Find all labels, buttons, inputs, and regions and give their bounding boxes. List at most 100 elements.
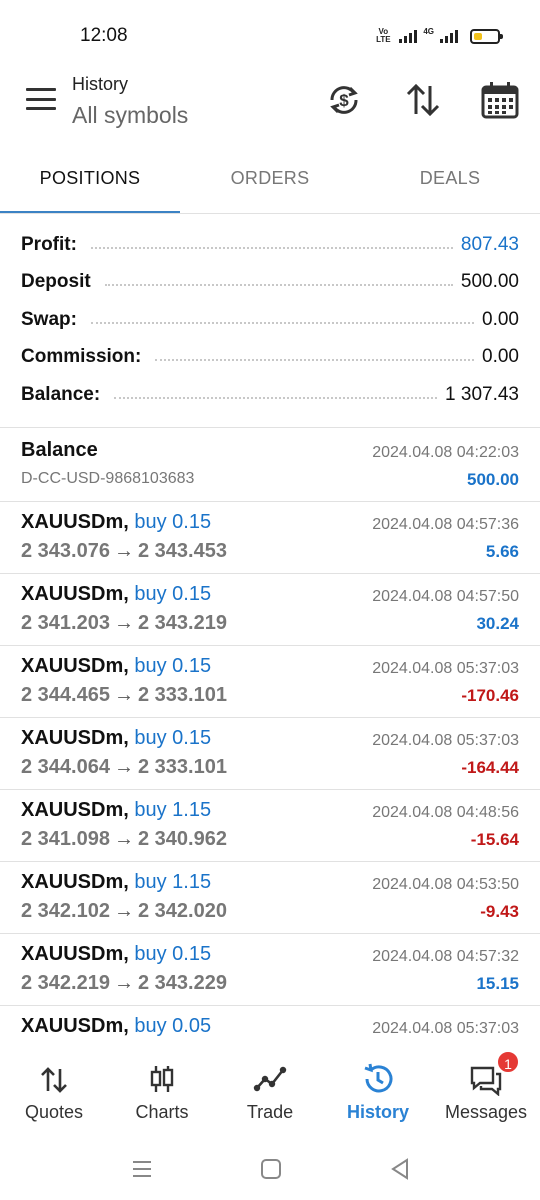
commission-label: Commission: <box>21 346 148 369</box>
deal-side: buy 1.15 <box>134 871 212 893</box>
svg-text:$: $ <box>339 91 349 110</box>
back-icon[interactable] <box>385 1154 415 1184</box>
deal-profit: -170.46 <box>461 686 519 705</box>
deal-symbol-line: XAUUSDm, buy 0.15 <box>21 727 211 750</box>
deal-close-price: 2 342.020 <box>137 900 227 922</box>
deal-close-price: 2 333.101 <box>137 756 227 778</box>
deal-symbol: XAUUSDm, <box>21 799 129 821</box>
commission-value: 0.00 <box>482 346 519 368</box>
home-icon[interactable] <box>256 1154 286 1184</box>
tabs-divider <box>0 213 540 214</box>
network-type-label: 4G <box>423 26 434 36</box>
deal-row[interactable]: Balance D-CC-USD-9868103683 2024.04.08 04:… <box>0 430 540 502</box>
deal-prices: 2 342.219 → 2 343.229 <box>21 972 227 995</box>
deal-close-price: 2 343.229 <box>137 972 227 994</box>
deal-time: 2024.04.08 04:57:50 <box>372 588 519 605</box>
sort-icon[interactable] <box>403 80 443 120</box>
deal-prices: 2 342.102 → 2 342.020 <box>21 900 227 923</box>
deal-prices: 2 343.076 → 2 343.453 <box>21 540 227 563</box>
account-summary: Profit: 807.43 Deposit 500.00 Swap: 0.00… <box>0 226 540 414</box>
deal-open-price: 2 344.465 <box>21 684 110 706</box>
deal-profit: 30.24 <box>476 614 519 633</box>
deal-symbol-line: XAUUSDm, buy 1.15 <box>21 799 211 822</box>
deal-profit: -15.64 <box>470 830 519 849</box>
status-bar: 12:08 Vo LTE 4G <box>0 0 540 70</box>
balance-label: Balance: <box>21 383 107 406</box>
deal-profit: 5.66 <box>485 542 519 561</box>
deal-symbol: Balance <box>21 439 98 461</box>
deal-row[interactable]: XAUUSDm, buy 0.15 2 342.219 → 2 343.229 2024… <box>0 934 540 1006</box>
status-icons: Vo LTE 4G <box>373 24 503 48</box>
signal-strength-icon-2 <box>440 29 458 43</box>
history-tabs: POSITIONS ORDERS DEALS <box>0 150 540 214</box>
messages-badge: 1 <box>496 1050 520 1074</box>
deal-symbol: XAUUSDm, <box>21 655 129 677</box>
summary-divider <box>0 427 540 428</box>
recents-icon[interactable] <box>127 1154 157 1184</box>
nav-trade[interactable]: Trade <box>216 1040 324 1140</box>
deal-time: 2024.04.08 04:53:50 <box>372 876 519 893</box>
deal-row[interactable]: XAUUSDm, buy 0.15 2 344.064 → 2 333.101 2024… <box>0 718 540 790</box>
currency-refresh-icon[interactable]: $ <box>324 80 364 120</box>
summary-row-commission: Commission: 0.00 <box>0 339 540 377</box>
deal-symbol-line: Balance <box>21 439 98 462</box>
deal-side: buy 0.15 <box>134 655 212 677</box>
deal-profit: 500.00 <box>467 470 519 489</box>
deal-side: buy 0.15 <box>134 583 212 605</box>
deal-side: buy 0.15 <box>134 727 212 749</box>
deal-row[interactable]: XAUUSDm, buy 0.15 2 341.203 → 2 343.219 2024… <box>0 574 540 646</box>
deal-close-price: 2 340.962 <box>137 828 227 850</box>
deal-time: 2024.04.08 04:22:03 <box>372 444 519 461</box>
candlestick-chart-icon <box>150 1066 174 1092</box>
price-arrow: → <box>113 828 134 850</box>
deal-time: 2024.04.08 05:37:03 <box>372 660 519 677</box>
deal-time: 2024.04.08 05:37:03 <box>372 1020 519 1037</box>
app-header: History All symbols $ <box>0 70 540 140</box>
price-arrow: → <box>113 972 134 994</box>
tab-deals[interactable]: DEALS <box>360 150 540 214</box>
deal-open-price: 2 344.064 <box>21 756 110 778</box>
deal-row[interactable]: XAUUSDm, buy 0.15 2 344.465 → 2 333.101 2024… <box>0 646 540 718</box>
nav-quotes[interactable]: Quotes <box>0 1040 108 1140</box>
price-arrow: → <box>113 684 134 706</box>
deal-row[interactable]: XAUUSDm, buy 1.15 2 342.102 → 2 342.020 2024… <box>0 862 540 934</box>
nav-quotes-label: Quotes <box>24 1102 84 1122</box>
deal-side: buy 0.15 <box>134 511 212 533</box>
nav-history[interactable]: History <box>324 1040 432 1140</box>
nav-messages[interactable]: 1 Messages <box>432 1040 540 1140</box>
nav-charts-label: Charts <box>135 1102 189 1122</box>
deal-row[interactable]: XAUUSDm, buy 1.15 2 341.098 → 2 340.962 2024… <box>0 790 540 862</box>
swap-label: Swap: <box>21 308 83 331</box>
deal-symbol: XAUUSDm, <box>21 511 129 533</box>
trade-line-icon <box>253 1066 287 1092</box>
summary-row-profit: Profit: 807.43 <box>0 226 540 264</box>
deal-side: buy 1.15 <box>134 799 212 821</box>
deal-row[interactable]: XAUUSDm, buy 0.15 2 343.076 → 2 343.453 2024… <box>0 502 540 574</box>
profit-label: Profit: <box>21 233 83 256</box>
hamburger-menu-icon[interactable] <box>26 88 56 110</box>
deal-open-price: 2 343.076 <box>21 540 110 562</box>
price-arrow: → <box>113 756 134 778</box>
deal-open-price: 2 342.102 <box>21 900 110 922</box>
deal-open-price: 2 341.203 <box>21 612 110 634</box>
quotes-arrows-icon <box>41 1067 67 1093</box>
balance-value: 1 307.43 <box>445 383 519 405</box>
deposit-label: Deposit <box>21 271 97 294</box>
deal-row[interactable]: XAUUSDm, buy 0.05 2024.04.08 05:37:03 <box>0 1006 540 1040</box>
deal-close-price: 2 343.453 <box>137 540 227 562</box>
swap-value: 0.00 <box>482 308 519 330</box>
nav-charts[interactable]: Charts <box>108 1040 216 1140</box>
calendar-icon[interactable] <box>480 80 520 120</box>
tab-orders[interactable]: ORDERS <box>180 150 360 214</box>
deal-time: 2024.04.08 04:48:56 <box>372 804 519 821</box>
deal-symbol: XAUUSDm, <box>21 943 129 965</box>
symbol-filter[interactable]: All symbols <box>72 102 188 129</box>
tab-positions[interactable]: POSITIONS <box>0 150 180 214</box>
deal-prices: 2 341.098 → 2 340.962 <box>21 828 227 851</box>
nav-history-label: History <box>346 1102 409 1122</box>
page-title: History <box>72 74 129 94</box>
status-time: 12:08 <box>80 25 128 46</box>
bottom-navigation: Quotes Charts Trade History 1 Messages <box>0 1040 540 1140</box>
system-navigation-bar <box>0 1140 540 1200</box>
deal-close-price: 2 333.101 <box>137 684 227 706</box>
